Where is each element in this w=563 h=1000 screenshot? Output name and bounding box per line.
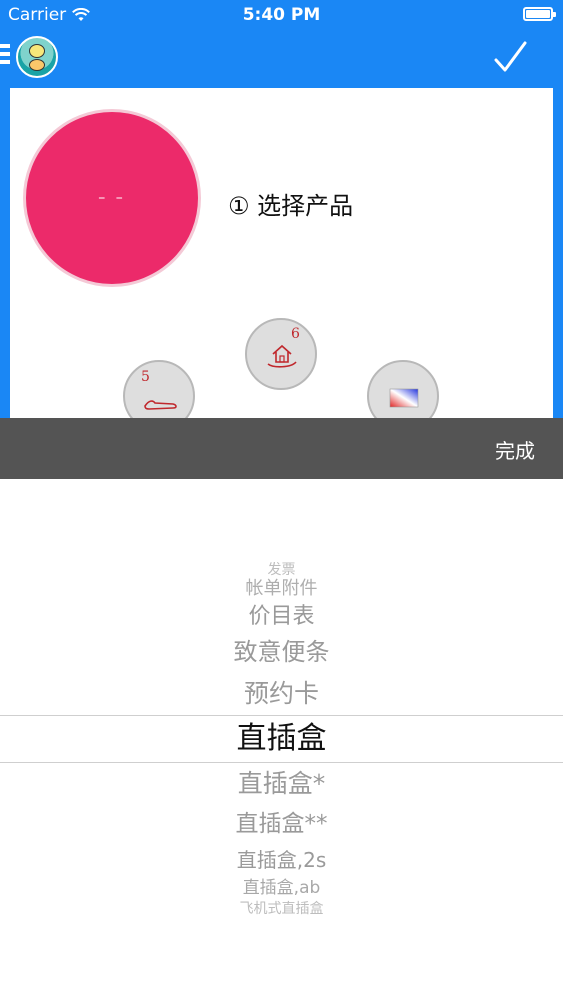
status-bar: Carrier 5:40 PM: [0, 0, 563, 30]
node-hand[interactable]: 5: [123, 360, 195, 418]
picker-toolbar: 完成: [0, 418, 563, 479]
navigation-bar: [0, 32, 563, 88]
picker-item-selected[interactable]: 直插盒: [0, 724, 563, 754]
picker-item[interactable]: 预约卡: [0, 681, 563, 706]
picker-item[interactable]: 发票: [0, 563, 563, 577]
picker-item[interactable]: 直插盒**: [0, 813, 563, 836]
node-badge: 5: [141, 369, 150, 385]
step-label: ① 选择产品: [228, 192, 354, 220]
gradient-card-icon: [389, 388, 419, 408]
picker-selection-line-top: [0, 715, 563, 716]
node-card[interactable]: [367, 360, 439, 418]
picker-item[interactable]: 帐单附件: [0, 580, 563, 598]
app-logo-icon[interactable]: [16, 36, 58, 78]
hand-icon: [144, 400, 177, 410]
picker-item[interactable]: 直插盒*: [0, 771, 563, 796]
checkmark-icon[interactable]: [493, 40, 527, 74]
picker-item[interactable]: 直插盒,ab: [0, 880, 563, 897]
picker-item[interactable]: 飞机式直插盒: [0, 902, 563, 916]
hamburger-menu-icon[interactable]: [0, 44, 10, 68]
picker-item[interactable]: 致意便条: [0, 640, 563, 664]
battery-icon: [523, 7, 556, 21]
done-button[interactable]: 完成: [495, 435, 535, 464]
main-product-node[interactable]: – –: [23, 109, 201, 287]
product-picker[interactable]: 发票 帐单附件 价目表 致意便条 预约卡 直插盒 直插盒* 直插盒** 直插盒,…: [0, 479, 563, 1000]
picker-selection-line-bottom: [0, 762, 563, 763]
picker-item[interactable]: 直插盒,2s: [0, 850, 563, 870]
picker-item[interactable]: 价目表: [0, 606, 563, 628]
main-node-label: – –: [98, 190, 126, 206]
status-time: 5:40 PM: [242, 5, 321, 25]
node-house[interactable]: 6: [245, 318, 317, 390]
workflow-canvas: – – ① 选择产品 5 6: [10, 88, 553, 418]
house-in-hand-icon: [267, 344, 297, 368]
